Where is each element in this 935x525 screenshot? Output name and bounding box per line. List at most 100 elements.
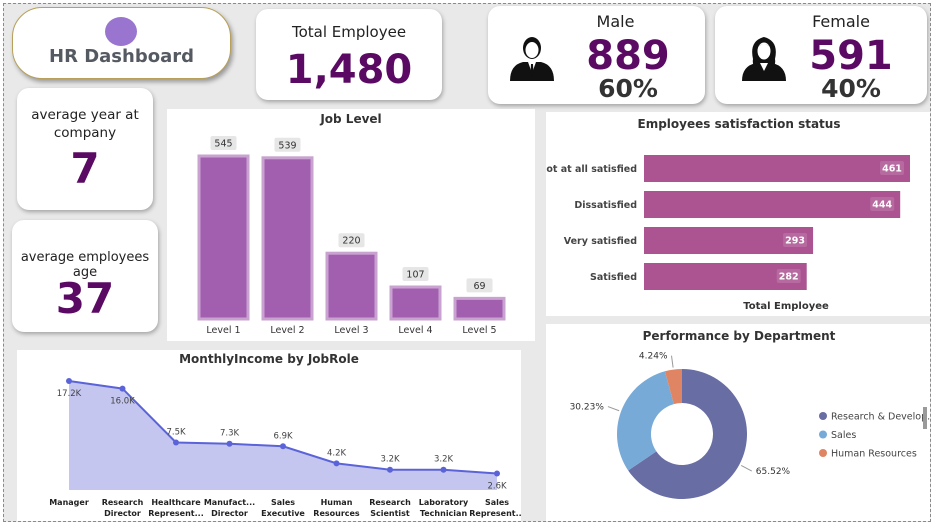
performance-data-label: 4.24% — [639, 352, 668, 362]
satisfaction-data-label: 444 — [872, 200, 892, 211]
performance-panel: Performance by Department 65.52% 30.23% 4.… — [546, 324, 931, 521]
total-employee-value: 1,480 — [285, 47, 413, 93]
performance-legend-label: Research & Develop... — [831, 412, 931, 423]
job-level-category-label: Level 5 — [462, 325, 496, 336]
monthly-income-data-label: 7.3K — [220, 429, 240, 439]
female-label: Female — [812, 12, 870, 31]
job-level-category-label: Level 2 — [270, 325, 304, 336]
monthly-income-point — [280, 443, 286, 450]
avg-years-value: 7 — [70, 144, 100, 193]
performance-legend-label: Human Resources — [831, 449, 917, 460]
satisfaction-data-label: 461 — [882, 164, 902, 175]
avg-years-card: average year at company 7 — [17, 88, 153, 210]
logo-circle — [105, 17, 137, 46]
monthly-income-data-label: 4.2K — [327, 448, 347, 458]
satisfaction-category-label: Very satisfied — [564, 236, 637, 247]
male-card: Male 889 60% — [488, 6, 705, 104]
female-value: 591 — [809, 33, 893, 79]
total-employee-card: Total Employee 1,480 — [256, 9, 442, 100]
monthly-income-data-label: 6.9K — [273, 431, 293, 441]
monthly-income-category-label: Research — [102, 498, 144, 507]
avg-years-label-line1: average year at — [31, 107, 139, 123]
female-percent: 40% — [821, 74, 881, 103]
total-employee-label: Total Employee — [291, 23, 407, 41]
avg-years-label-line2: company — [53, 125, 117, 141]
monthly-income-point — [119, 385, 126, 392]
female-card: Female 591 40% — [715, 6, 927, 104]
satisfaction-bar — [644, 191, 901, 218]
monthly-income-panel: MonthlyIncome by JobRole 17.2K Manager 16.… — [17, 350, 521, 521]
job-level-data-label: 69 — [473, 281, 485, 292]
job-level-category-label: Level 1 — [206, 325, 240, 336]
monthly-income-data-label: 2.6K — [487, 482, 507, 492]
monthly-income-category-label: Represent... — [148, 509, 204, 518]
job-level-category-label: Level 3 — [334, 325, 368, 336]
satisfaction-data-label: 293 — [785, 236, 805, 247]
avg-age-card: average employees age 37 — [12, 220, 158, 332]
monthly-income-category-label: Laboratory — [419, 498, 469, 507]
satisfaction-bar — [644, 155, 910, 182]
monthly-income-category-label: Healthcare — [151, 498, 201, 507]
performance-data-label: 65.52% — [756, 467, 791, 477]
monthly-income-chart: 17.2K Manager 16.0K Research Director 7.5K Hea… — [49, 378, 521, 518]
monthly-income-category-label: Executive — [261, 509, 305, 518]
performance-legend-label: Sales — [831, 430, 856, 441]
performance-leader-line — [671, 355, 674, 368]
job-level-bar — [261, 156, 314, 321]
job-level-data-label: 220 — [342, 236, 360, 247]
monthly-income-category-label: Manufact... — [204, 498, 255, 507]
monthly-income-point — [494, 470, 500, 477]
satisfaction-data-label: 282 — [779, 272, 799, 283]
monthly-income-point — [387, 466, 393, 473]
monthly-income-category-label: Resources — [313, 509, 360, 518]
performance-data-label: 30.23% — [570, 403, 605, 413]
performance-donut-chart: 65.52% 30.23% 4.24% Research & Develop... Sa… — [570, 352, 931, 499]
satisfaction-category-label: Dissatisfied — [574, 200, 637, 211]
monthly-income-point — [66, 378, 72, 384]
performance-leader-line — [607, 406, 620, 412]
monthly-income-point — [333, 460, 340, 467]
male-percent: 60% — [598, 74, 658, 103]
monthly-income-category-label: Represent... — [469, 509, 521, 518]
job-level-bar — [389, 285, 442, 321]
satisfaction-chart: Not at all satisfied 461 Dissatisfied 444 Ve… — [546, 155, 910, 290]
male-label: Male — [596, 12, 635, 31]
job-level-bar — [453, 296, 506, 321]
monthly-income-category-label: Scientist — [370, 509, 410, 518]
monthly-income-point — [173, 439, 179, 446]
monthly-income-category-label: Manager — [49, 498, 89, 507]
monthly-income-data-label: 17.2K — [57, 389, 82, 399]
monthly-income-data-label: 16.0K — [110, 397, 135, 407]
monthly-income-category-label: Human — [321, 498, 353, 507]
avg-age-value: 37 — [55, 274, 115, 323]
male-user-icon — [507, 33, 557, 81]
monthly-income-category-label: Sales — [271, 498, 295, 507]
monthly-income-data-label: 3.2K — [434, 455, 454, 465]
job-level-chart: 545 Level 1 539 Level 2 220 Level 3 107 Level 4… — [197, 136, 506, 336]
performance-legend-swatch — [819, 449, 827, 457]
job-level-category-label: Level 4 — [398, 325, 432, 336]
page-title: HR Dashboard — [49, 46, 194, 67]
performance-legend-scrollbar — [923, 407, 927, 429]
satisfaction-axis-label: Total Employee — [743, 301, 829, 312]
male-value: 889 — [586, 33, 670, 79]
satisfaction-category-label: Satisfied — [590, 272, 637, 283]
monthly-income-category-label: Director — [104, 509, 141, 518]
monthly-income-category-label: Technician — [420, 509, 468, 518]
title-card: HR Dashboard — [12, 7, 231, 79]
satisfaction-category-label: Not at all satisfied — [546, 164, 637, 175]
monthly-income-category-label: Research — [369, 498, 411, 507]
performance-legend-swatch — [819, 412, 827, 420]
monthly-income-point — [226, 440, 233, 447]
monthly-income-point — [440, 466, 447, 473]
job-level-data-label: 539 — [278, 140, 296, 151]
performance-leader-line — [740, 464, 753, 472]
job-level-data-label: 545 — [214, 139, 232, 150]
monthly-income-data-label: 3.2K — [380, 455, 400, 465]
job-level-bar — [325, 251, 378, 321]
job-level-data-label: 107 — [406, 269, 424, 280]
satisfaction-panel: Employees satisfaction status Not at all… — [546, 112, 930, 316]
performance-donut-slice — [617, 371, 674, 471]
performance-legend-swatch — [819, 430, 827, 439]
dashboard-canvas: HR Dashboard Total Employee 1,480 Male 8… — [3, 3, 931, 522]
